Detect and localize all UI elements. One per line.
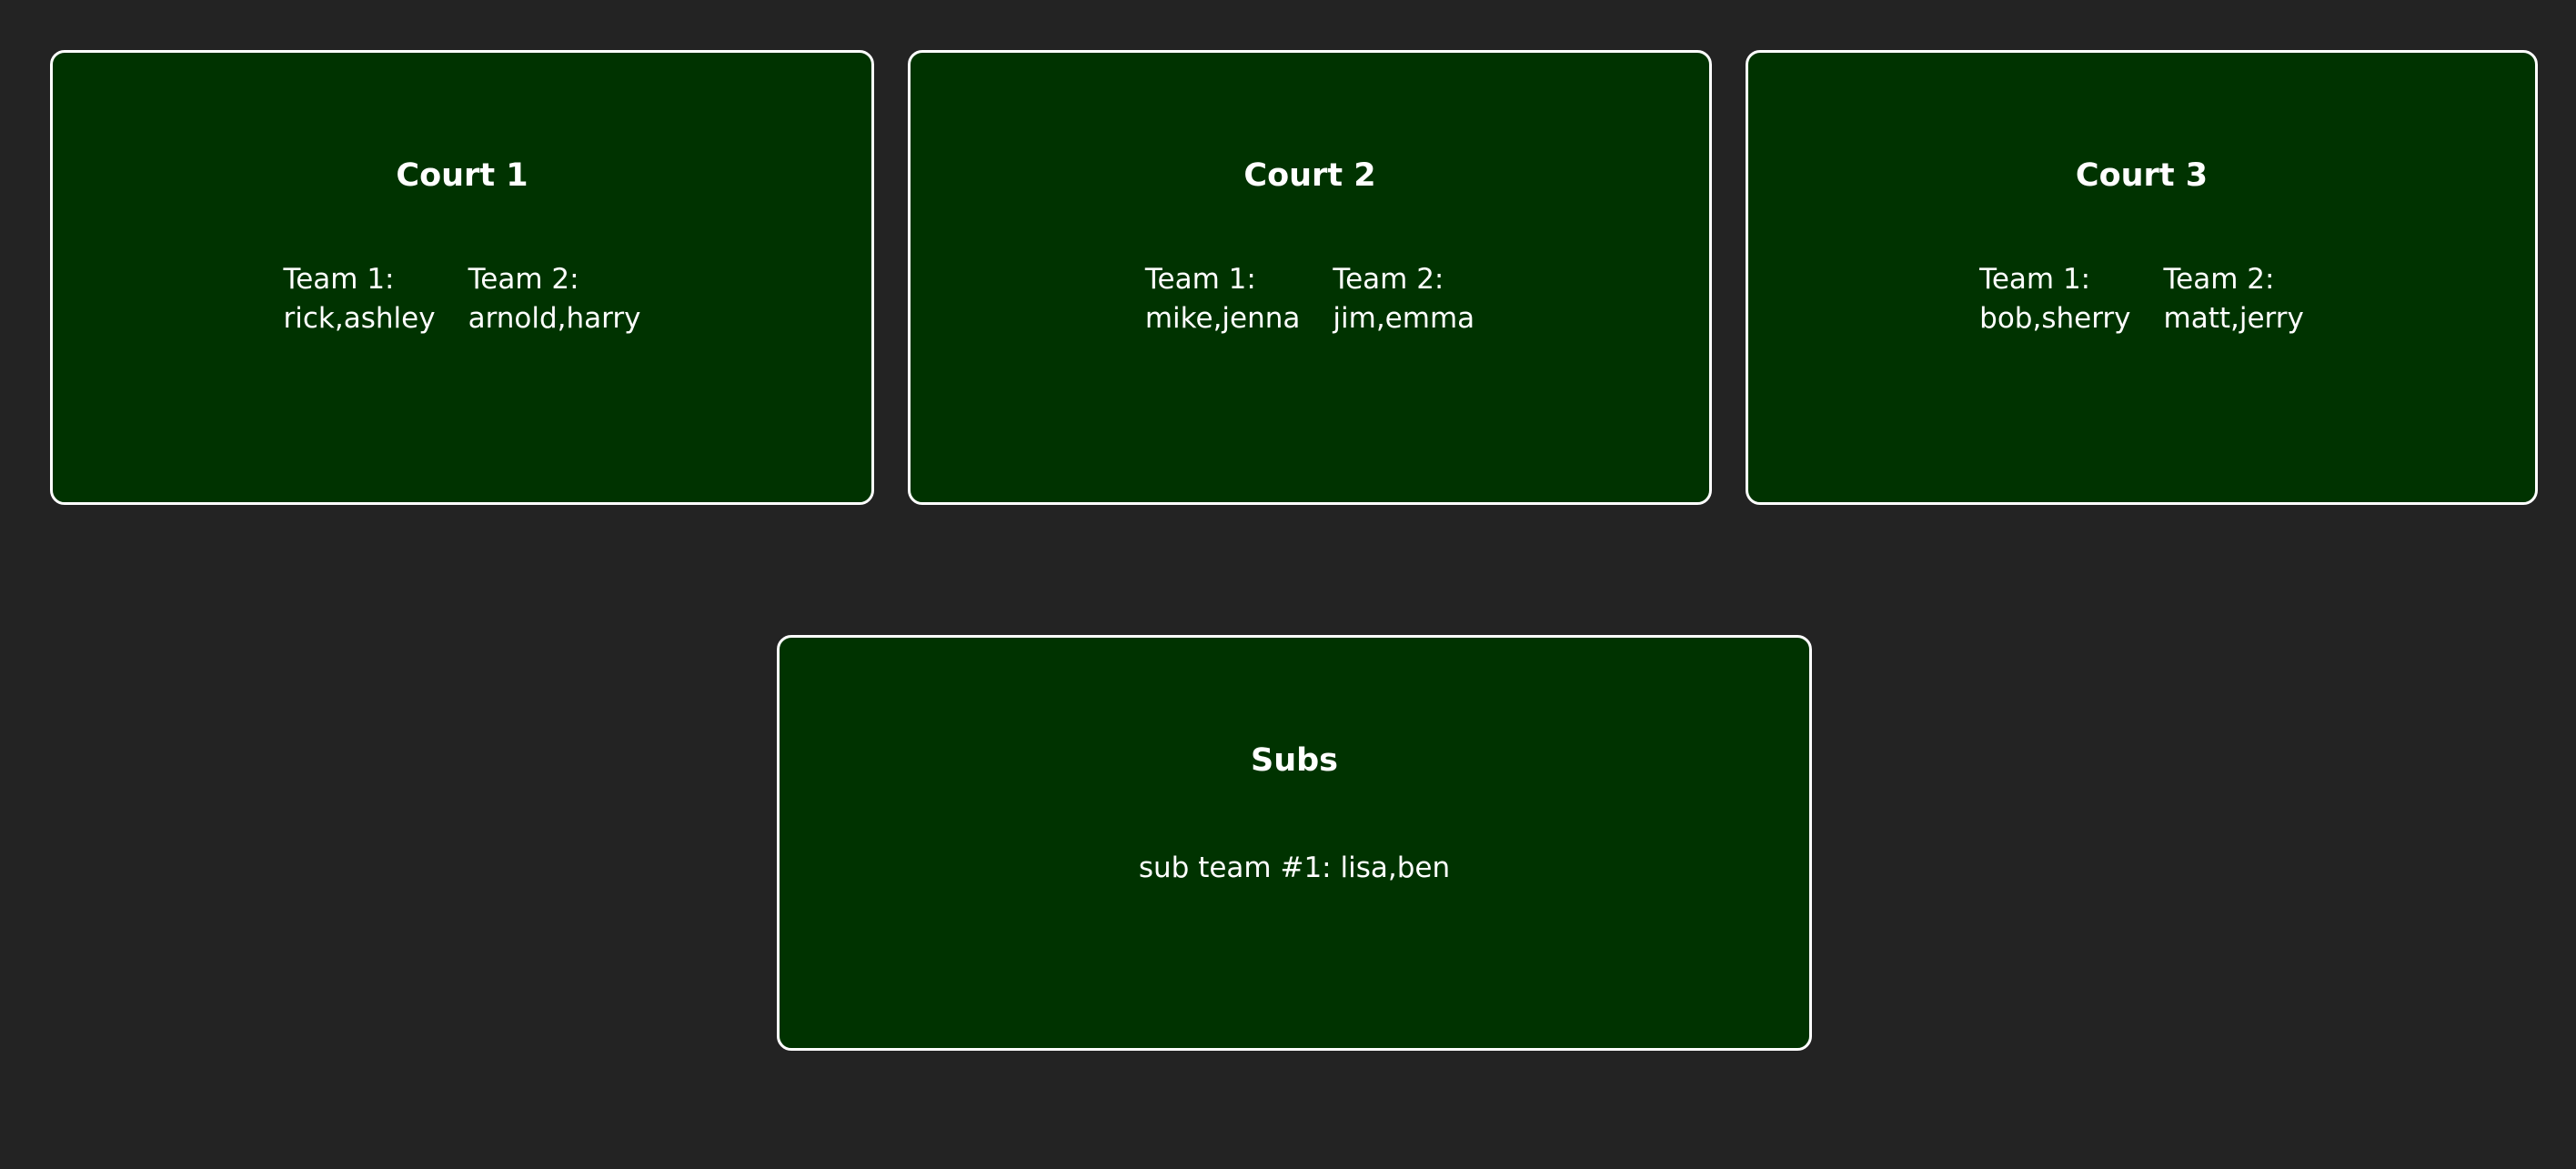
team-label: Team 2:	[468, 263, 579, 296]
court-title: Court 1	[396, 157, 528, 194]
team-players: jim,emma	[1333, 302, 1475, 335]
court-card-3: Court 3 Team 1: bob,sherry Team 2: matt,…	[1746, 50, 2538, 505]
court-card-2: Court 2 Team 1: mike,jenna Team 2: jim,e…	[908, 50, 1712, 505]
court-teams: Team 1: mike,jenna Team 2: jim,emma	[911, 260, 1709, 338]
court-teams: Team 1: bob,sherry Team 2: matt,jerry	[1748, 260, 2535, 338]
team-label: Team 1:	[283, 263, 395, 296]
court-title: Court 3	[2075, 157, 2209, 194]
team-1: Team 1: mike,jenna	[1145, 260, 1301, 338]
team-2: Team 2: arnold,harry	[468, 260, 641, 338]
team-label: Team 1:	[1979, 263, 2091, 296]
court-card-1: Court 1 Team 1: rick,ashley Team 2: arno…	[50, 50, 874, 505]
team-players: matt,jerry	[2163, 302, 2304, 335]
team-label: Team 2:	[1333, 263, 1444, 296]
court-title: Court 2	[1243, 157, 1376, 194]
team-players: mike,jenna	[1144, 302, 1301, 335]
subs-card: Subs sub team #1: lisa,ben	[777, 635, 1812, 1051]
team-players: rick,ashley	[283, 302, 436, 335]
team-1: Team 1: rick,ashley	[284, 260, 436, 338]
team-label: Team 2:	[2163, 263, 2275, 296]
team-players: arnold,harry	[468, 302, 641, 335]
team-players: bob,sherry	[1979, 302, 2131, 335]
team-1: Team 1: bob,sherry	[1979, 260, 2130, 338]
team-2: Team 2: matt,jerry	[2164, 260, 2304, 338]
court-teams: Team 1: rick,ashley Team 2: arnold,harry	[53, 260, 871, 338]
team-2: Team 2: jim,emma	[1333, 260, 1474, 338]
sub-team-entry: sub team #1: lisa,ben	[1138, 852, 1451, 884]
court-board: Court 1 Team 1: rick,ashley Team 2: arno…	[0, 0, 2576, 1169]
team-label: Team 1:	[1144, 263, 1256, 296]
subs-title: Subs	[1250, 742, 1338, 779]
